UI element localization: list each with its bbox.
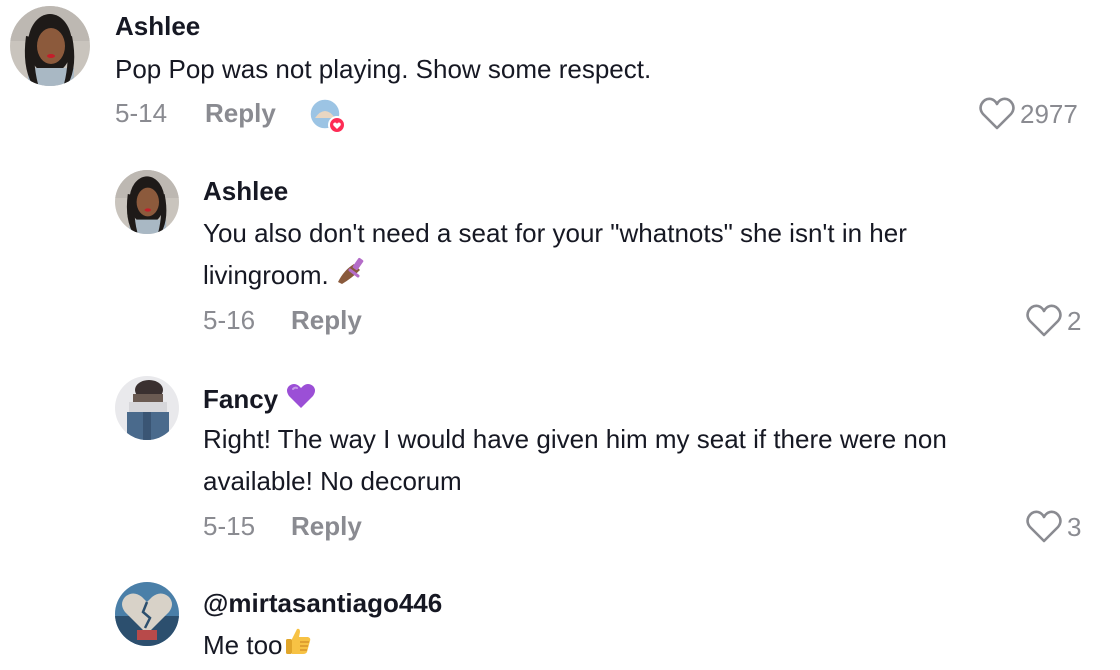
like-count: 3: [1067, 511, 1082, 542]
avatar[interactable]: [115, 170, 179, 234]
comment-date: 5-14: [115, 98, 168, 128]
reply-button[interactable]: Reply: [205, 98, 276, 129]
like-button[interactable]: 2: [1025, 303, 1081, 339]
comment-text-line-1: You also don't need a seat for your "wha…: [203, 218, 907, 248]
username[interactable]: Ashlee: [115, 11, 200, 42]
comment-text-line-1: Right! The way I would have given him my…: [203, 424, 947, 454]
reply-button[interactable]: Reply: [291, 305, 362, 336]
comment-2: Ashlee You also don't need a seat for yo…: [0, 160, 1120, 350]
heart-outline-icon: [979, 97, 1015, 130]
creator-liked-avatar-icon: [309, 98, 346, 134]
heart-outline-icon: [1026, 304, 1062, 337]
comment-text-content: Me too: [203, 630, 283, 660]
woman-portrait-icon: [10, 6, 90, 86]
avatar[interactable]: [10, 6, 90, 86]
username-text: Fancy: [203, 384, 279, 414]
comment-text-line-2: available! No decorum: [203, 466, 462, 496]
comment-text: Pop Pop was not playing. Show some respe…: [115, 54, 652, 84]
comment-4: @mirtasantiago446 Me too: [0, 572, 1120, 670]
like-button[interactable]: 3: [1025, 509, 1081, 545]
comment-1: Ashlee Pop Pop was not playing. Show som…: [0, 0, 1120, 150]
person-photo-icon: [115, 376, 179, 440]
purple-heart-emoji-icon: [286, 382, 316, 417]
comment-date: 5-16: [203, 305, 256, 335]
heart-outline-icon: [1026, 510, 1062, 543]
comment-3: Fancy Right! The way I would have given …: [0, 366, 1120, 556]
like-button[interactable]: 2977: [978, 96, 1078, 132]
username[interactable]: Ashlee: [203, 176, 288, 207]
comment-text-line-2: livingroom.: [203, 254, 368, 298]
woman-portrait-icon: [115, 170, 179, 234]
like-count: 2: [1067, 305, 1082, 336]
comment-date: 5-15: [203, 511, 256, 541]
like-count: 2977: [1020, 98, 1078, 129]
username[interactable]: @mirtasantiago446: [203, 588, 442, 619]
nail-polish-emoji-icon: [336, 256, 368, 298]
comment-text: Me too: [203, 624, 313, 668]
comment-text-line-2-text: livingroom.: [203, 260, 329, 290]
avatar[interactable]: [115, 376, 179, 440]
thumbs-up-emoji-icon: [283, 626, 313, 668]
broken-heart-art-icon: [115, 582, 179, 646]
avatar[interactable]: [115, 582, 179, 646]
username[interactable]: Fancy: [203, 382, 316, 417]
reply-button[interactable]: Reply: [291, 511, 362, 542]
